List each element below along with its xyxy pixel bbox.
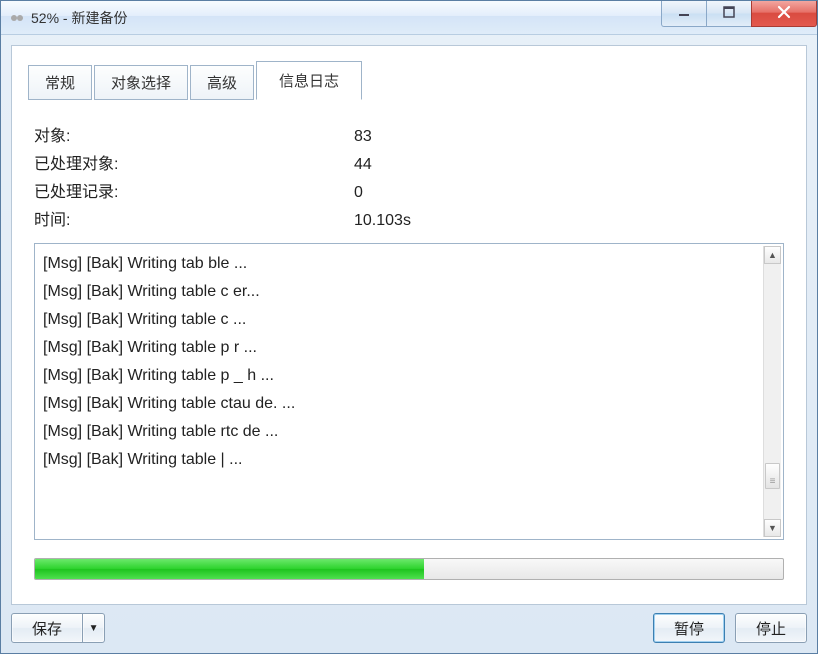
scroll-down-button[interactable]: ▼ xyxy=(764,519,781,537)
stat-processed-objects: 已处理对象: 44 xyxy=(34,151,784,179)
stat-objects-value: 83 xyxy=(354,123,784,151)
log-line: [Msg] [Bak] Writing tab ble ... xyxy=(43,250,775,278)
tab-advanced[interactable]: 高级 xyxy=(190,65,254,100)
minimize-button[interactable] xyxy=(661,1,707,27)
pause-button[interactable]: 暂停 xyxy=(653,613,725,643)
window-buttons xyxy=(662,1,817,27)
backup-window: 52% - 新建备份 常规 对象选择 xyxy=(0,0,818,654)
log-line: [Msg] [Bak] Writing table rtc de ... xyxy=(43,418,775,446)
scroll-track[interactable] xyxy=(764,264,781,519)
tab-info-log[interactable]: 信息日志 xyxy=(256,61,362,100)
client-area: 常规 对象选择 高级 信息日志 对象: 83 已处理对象: 44 已处理记录: … xyxy=(1,35,817,653)
progress-bar xyxy=(34,558,784,580)
log-line: [Msg] [Bak] Writing table c er... xyxy=(43,278,775,306)
app-icon xyxy=(9,10,25,26)
inner-panel: 常规 对象选择 高级 信息日志 对象: 83 已处理对象: 44 已处理记录: … xyxy=(11,45,807,605)
progress-fill xyxy=(35,559,424,579)
stat-processed-objects-label: 已处理对象: xyxy=(34,151,354,179)
log-line: [Msg] [Bak] Writing table | ... xyxy=(43,446,775,474)
save-button[interactable]: 保存 xyxy=(11,613,83,643)
window-title: 52% - 新建备份 xyxy=(31,8,127,28)
stat-processed-records-value: 0 xyxy=(354,179,784,207)
tab-object-select[interactable]: 对象选择 xyxy=(94,65,188,100)
tab-general[interactable]: 常规 xyxy=(28,65,92,100)
stat-time-value: 10.103s xyxy=(354,207,784,235)
scroll-thumb[interactable] xyxy=(765,463,780,489)
log-box[interactable]: [Msg] [Bak] Writing tab ble ... [Msg] [B… xyxy=(34,243,784,540)
save-split-button: 保存 ▼ xyxy=(11,613,105,643)
minimize-icon xyxy=(678,6,690,21)
log-line: [Msg] [Bak] Writing table p _ h ... xyxy=(43,362,775,390)
save-dropdown-button[interactable]: ▼ xyxy=(83,613,105,643)
tab-bar: 常规 对象选择 高级 信息日志 xyxy=(28,60,790,99)
scroll-up-button[interactable]: ▲ xyxy=(764,246,781,264)
stat-objects: 对象: 83 xyxy=(34,123,784,151)
stat-time: 时间: 10.103s xyxy=(34,207,784,235)
stat-processed-records-label: 已处理记录: xyxy=(34,179,354,207)
log-scrollbar[interactable]: ▲ ▼ xyxy=(763,246,781,537)
close-icon xyxy=(777,5,791,22)
log-line: [Msg] [Bak] Writing table ctau de. ... xyxy=(43,390,775,418)
stat-processed-records: 已处理记录: 0 xyxy=(34,179,784,207)
bottom-bar: 保存 ▼ 暂停 停止 xyxy=(11,613,807,643)
log-line: [Msg] [Bak] Writing table c ... xyxy=(43,306,775,334)
maximize-button[interactable] xyxy=(706,1,752,27)
titlebar[interactable]: 52% - 新建备份 xyxy=(1,1,817,35)
stat-objects-label: 对象: xyxy=(34,123,354,151)
stop-button[interactable]: 停止 xyxy=(735,613,807,643)
stat-time-label: 时间: xyxy=(34,207,354,235)
close-button[interactable] xyxy=(751,1,817,27)
tab-content: 对象: 83 已处理对象: 44 已处理记录: 0 时间: 10.103s [M… xyxy=(28,99,790,586)
maximize-icon xyxy=(723,6,735,21)
log-line: [Msg] [Bak] Writing table p r ... xyxy=(43,334,775,362)
stat-processed-objects-value: 44 xyxy=(354,151,784,179)
chevron-down-icon: ▼ xyxy=(89,623,99,634)
